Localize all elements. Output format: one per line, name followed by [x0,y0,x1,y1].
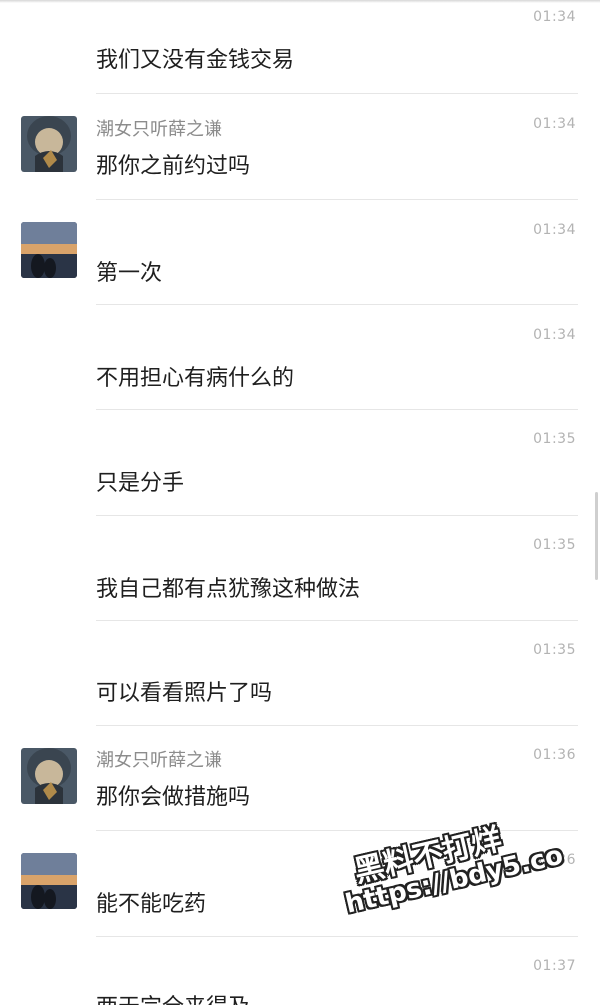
message-time: 01:37 [533,958,576,974]
sender-name[interactable]: 潮女只听薛之谦 [96,115,222,141]
message-text: 那你之前约过吗 [96,154,251,179]
message-row: 01:34 潮女只听薛之谦 那你之前约过吗 [0,94,600,200]
message-row: 01:35 我自己都有点犹豫这种做法 [0,516,600,621]
message-row: 01:36 能不能吃药 [0,831,600,937]
sunset-couple-avatar[interactable] [21,853,77,909]
message-row: 01:35 可以看看照片了吗 [0,621,600,726]
message-text: 只是分手 [96,471,185,496]
message-time: 01:34 [533,222,576,238]
message-time: 01:34 [533,9,576,25]
sunset-couple-avatar[interactable] [21,222,77,278]
message-row: 01:34 我们又没有金钱交易 [0,0,600,94]
message-time: 01:34 [533,116,576,132]
message-text: 可以看看照片了吗 [96,681,273,706]
hooded-person-avatar[interactable] [21,748,77,804]
message-text: 两天完全来得及 [96,989,250,1005]
message-time: 01:35 [533,431,576,447]
message-row: 01:34 第一次 [0,200,600,305]
message-text: 我自己都有点犹豫这种做法 [96,577,361,602]
message-row: 01:37 两天完全来得及 [0,937,600,1005]
message-text: 那你会做措施吗 [96,785,251,810]
message-time: 01:34 [533,327,576,343]
message-text: 不用担心有病什么的 [96,366,295,391]
message-time: 01:35 [533,642,576,658]
scrollbar[interactable] [595,492,598,580]
sender-name[interactable]: 潮女只听薛之谦 [96,746,222,772]
message-row: 01:35 只是分手 [0,410,600,516]
message-row: 01:36 潮女只听薛之谦 那你会做措施吗 [0,726,600,831]
message-time: 01:35 [533,537,576,553]
message-row: 01:34 不用担心有病什么的 [0,305,600,410]
message-text: 我们又没有金钱交易 [96,48,295,73]
message-text: 第一次 [96,261,163,286]
hooded-person-avatar[interactable] [21,116,77,172]
message-time: 01:36 [533,852,576,868]
message-text: 能不能吃药 [96,892,207,917]
message-time: 01:36 [533,747,576,763]
